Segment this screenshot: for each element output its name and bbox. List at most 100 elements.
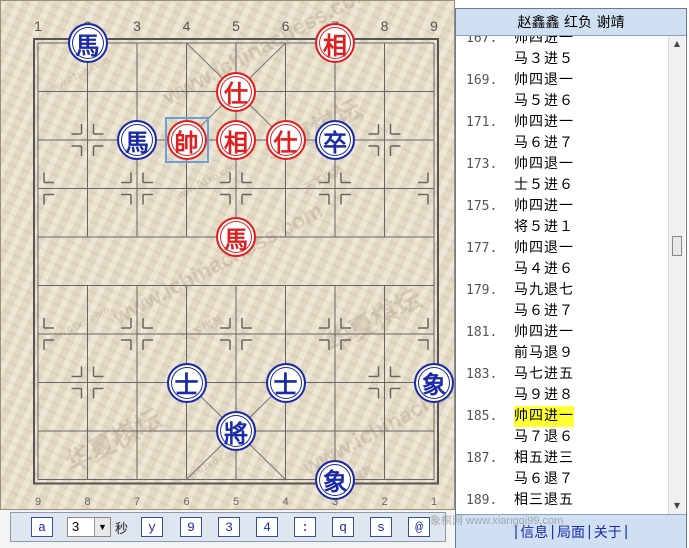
toolbar-button-0[interactable]: y [141, 517, 163, 537]
piece-blue-elephant-bottom[interactable]: 象 [315, 459, 355, 500]
file-number-top: 4 [182, 18, 191, 34]
chevron-down-icon[interactable]: ▼ [94, 518, 110, 536]
move-text: 马６退７ [514, 471, 574, 487]
piece-red-horse[interactable]: 馬 [216, 217, 256, 257]
move-row[interactable]: 185. 帅四进一 [456, 406, 668, 427]
seconds-select[interactable]: 3 ▼ [67, 517, 111, 537]
seconds-value: 3 [72, 519, 80, 534]
move-list-scrollbar[interactable]: ▲ ▼ [668, 36, 685, 514]
move-row[interactable]: 马６进７ [456, 301, 668, 322]
move-row[interactable]: 189. 相三退五 [456, 490, 668, 511]
move-text: 马６进７ [514, 303, 574, 319]
move-text: 马９进８ [514, 387, 574, 403]
scroll-up-icon[interactable]: ▲ [671, 38, 683, 50]
file-number-top: 3 [133, 18, 141, 34]
file-number-bottom: 2 [381, 496, 388, 508]
toolbar-button-1[interactable]: 9 [180, 517, 202, 537]
file-number-top: 8 [380, 18, 389, 34]
move-number: 175. [466, 199, 498, 214]
move-row[interactable]: 171. 帅四进一 [456, 112, 668, 133]
move-row[interactable]: 169. 帅四退一 [456, 70, 668, 91]
move-list[interactable]: 167. 帅四进一 马３进５ 169. 帅四退一 马５进６ 171. 帅四进一 马６进７ 173.… [456, 36, 668, 514]
move-text: 马九退七 [514, 282, 574, 298]
move-number: 185. [466, 409, 498, 424]
move-row[interactable]: 179. 马九退七 [456, 280, 668, 301]
piece-red-elephant-mid[interactable]: 相 [216, 120, 256, 160]
move-text: 马６进７ [514, 135, 574, 151]
move-row[interactable]: 前马退９ [456, 343, 668, 364]
move-text: 帅四退一 [514, 156, 574, 172]
move-row[interactable]: 士５进６ [456, 175, 668, 196]
move-row[interactable]: 177. 帅四退一 [456, 238, 668, 259]
piece-blue-horse-top[interactable]: 馬 [67, 23, 108, 63]
piece-red-elephant-top[interactable]: 相 [315, 23, 355, 63]
move-row[interactable]: 马５进６ [456, 91, 668, 112]
move-row[interactable]: 187. 相五进三 [456, 448, 668, 469]
chess-board[interactable]: www.ichinachess.com 华夏棋坛 www.01xq.com www.0… [0, 0, 517, 510]
file-number-bottom: 9 [34, 496, 42, 508]
move-row[interactable]: 173. 帅四退一 [456, 154, 668, 175]
move-text: 士５进６ [514, 177, 574, 193]
scroll-thumb[interactable] [672, 236, 682, 256]
move-number: 189. [466, 493, 498, 508]
move-row[interactable]: 183. 马七进五 [456, 364, 668, 385]
move-number: 179. [466, 283, 498, 298]
move-row[interactable]: 马９进８ [456, 385, 668, 406]
move-number: 177. [466, 241, 498, 256]
toolbar-button-6[interactable]: s [370, 517, 392, 537]
file-number-top: 6 [281, 18, 290, 34]
move-row[interactable]: 175. 帅四进一 [456, 196, 668, 217]
move-text: 帅四进一 [514, 114, 574, 130]
move-row[interactable]: 马６进７ [456, 133, 668, 154]
piece-red-king[interactable]: 帥 [166, 120, 207, 160]
piece-blue-elephant-right[interactable]: 象 [414, 362, 454, 403]
piece-blue-pawn[interactable]: 卒 [315, 120, 355, 160]
move-row[interactable]: 马６退７ [456, 469, 668, 490]
move-text: 相三退五 [514, 492, 574, 508]
move-row[interactable]: 马３进５ [456, 49, 668, 70]
piece-red-advisor-upper[interactable]: 仕 [216, 71, 256, 112]
move-text: 马３进５ [514, 51, 574, 67]
footer-sep: | [587, 523, 592, 540]
move-row[interactable]: 181. 帅四进一 [456, 322, 668, 343]
current-move-text: 帅四进一 [514, 406, 574, 427]
move-text: 帅四进一 [514, 198, 574, 214]
move-number: 171. [466, 115, 498, 130]
toolbar-button-a[interactable]: a [31, 517, 53, 537]
footer-sep: | [623, 523, 629, 540]
move-text: 帅四进一 [514, 36, 574, 46]
move-number: 187. [466, 451, 498, 466]
seconds-label: 秒 [115, 522, 129, 537]
file-number-bottom: 8 [84, 496, 91, 508]
piece-blue-horse-mid[interactable]: 馬 [117, 120, 157, 160]
toolbar-button-7[interactable]: @ [408, 517, 430, 537]
move-row[interactable]: 将５进１ [456, 217, 668, 238]
move-number: 173. [466, 157, 498, 172]
file-number-top: 5 [232, 18, 240, 34]
piece-blue-advisor-right[interactable]: 士 [265, 362, 306, 403]
link-about[interactable]: 关于 [594, 522, 622, 542]
move-text: 前马退９ [514, 345, 574, 361]
piece-blue-general[interactable]: 將 [216, 411, 256, 451]
file-number-bottom: 6 [183, 496, 190, 508]
move-text: 马７退６ [514, 429, 574, 445]
toolbar-button-5[interactable]: q [332, 517, 354, 537]
move-number: 181. [466, 325, 498, 340]
toolbar-button-3[interactable]: 4 [256, 517, 278, 537]
toolbar-button-4[interactable]: : [294, 517, 316, 537]
move-number: 167. [466, 36, 498, 46]
piece-red-advisor-mid[interactable]: 仕 [265, 120, 306, 160]
move-text: 帅四进一 [514, 324, 574, 340]
file-number-top: 9 [430, 18, 438, 34]
move-row[interactable]: 167. 帅四进一 [456, 36, 668, 49]
move-row[interactable]: 马７退６ [456, 427, 668, 448]
move-text: 马５进６ [514, 93, 574, 109]
file-number-bottom: 1 [430, 496, 438, 508]
piece-blue-advisor-left[interactable]: 士 [166, 362, 207, 403]
move-text: 马七进五 [514, 366, 574, 382]
move-text: 帅四退一 [514, 240, 574, 256]
move-text: 相五进三 [514, 450, 574, 466]
toolbar-button-2[interactable]: 3 [218, 517, 240, 537]
move-row[interactable]: 马４进６ [456, 259, 668, 280]
scroll-down-icon[interactable]: ▼ [671, 500, 683, 512]
